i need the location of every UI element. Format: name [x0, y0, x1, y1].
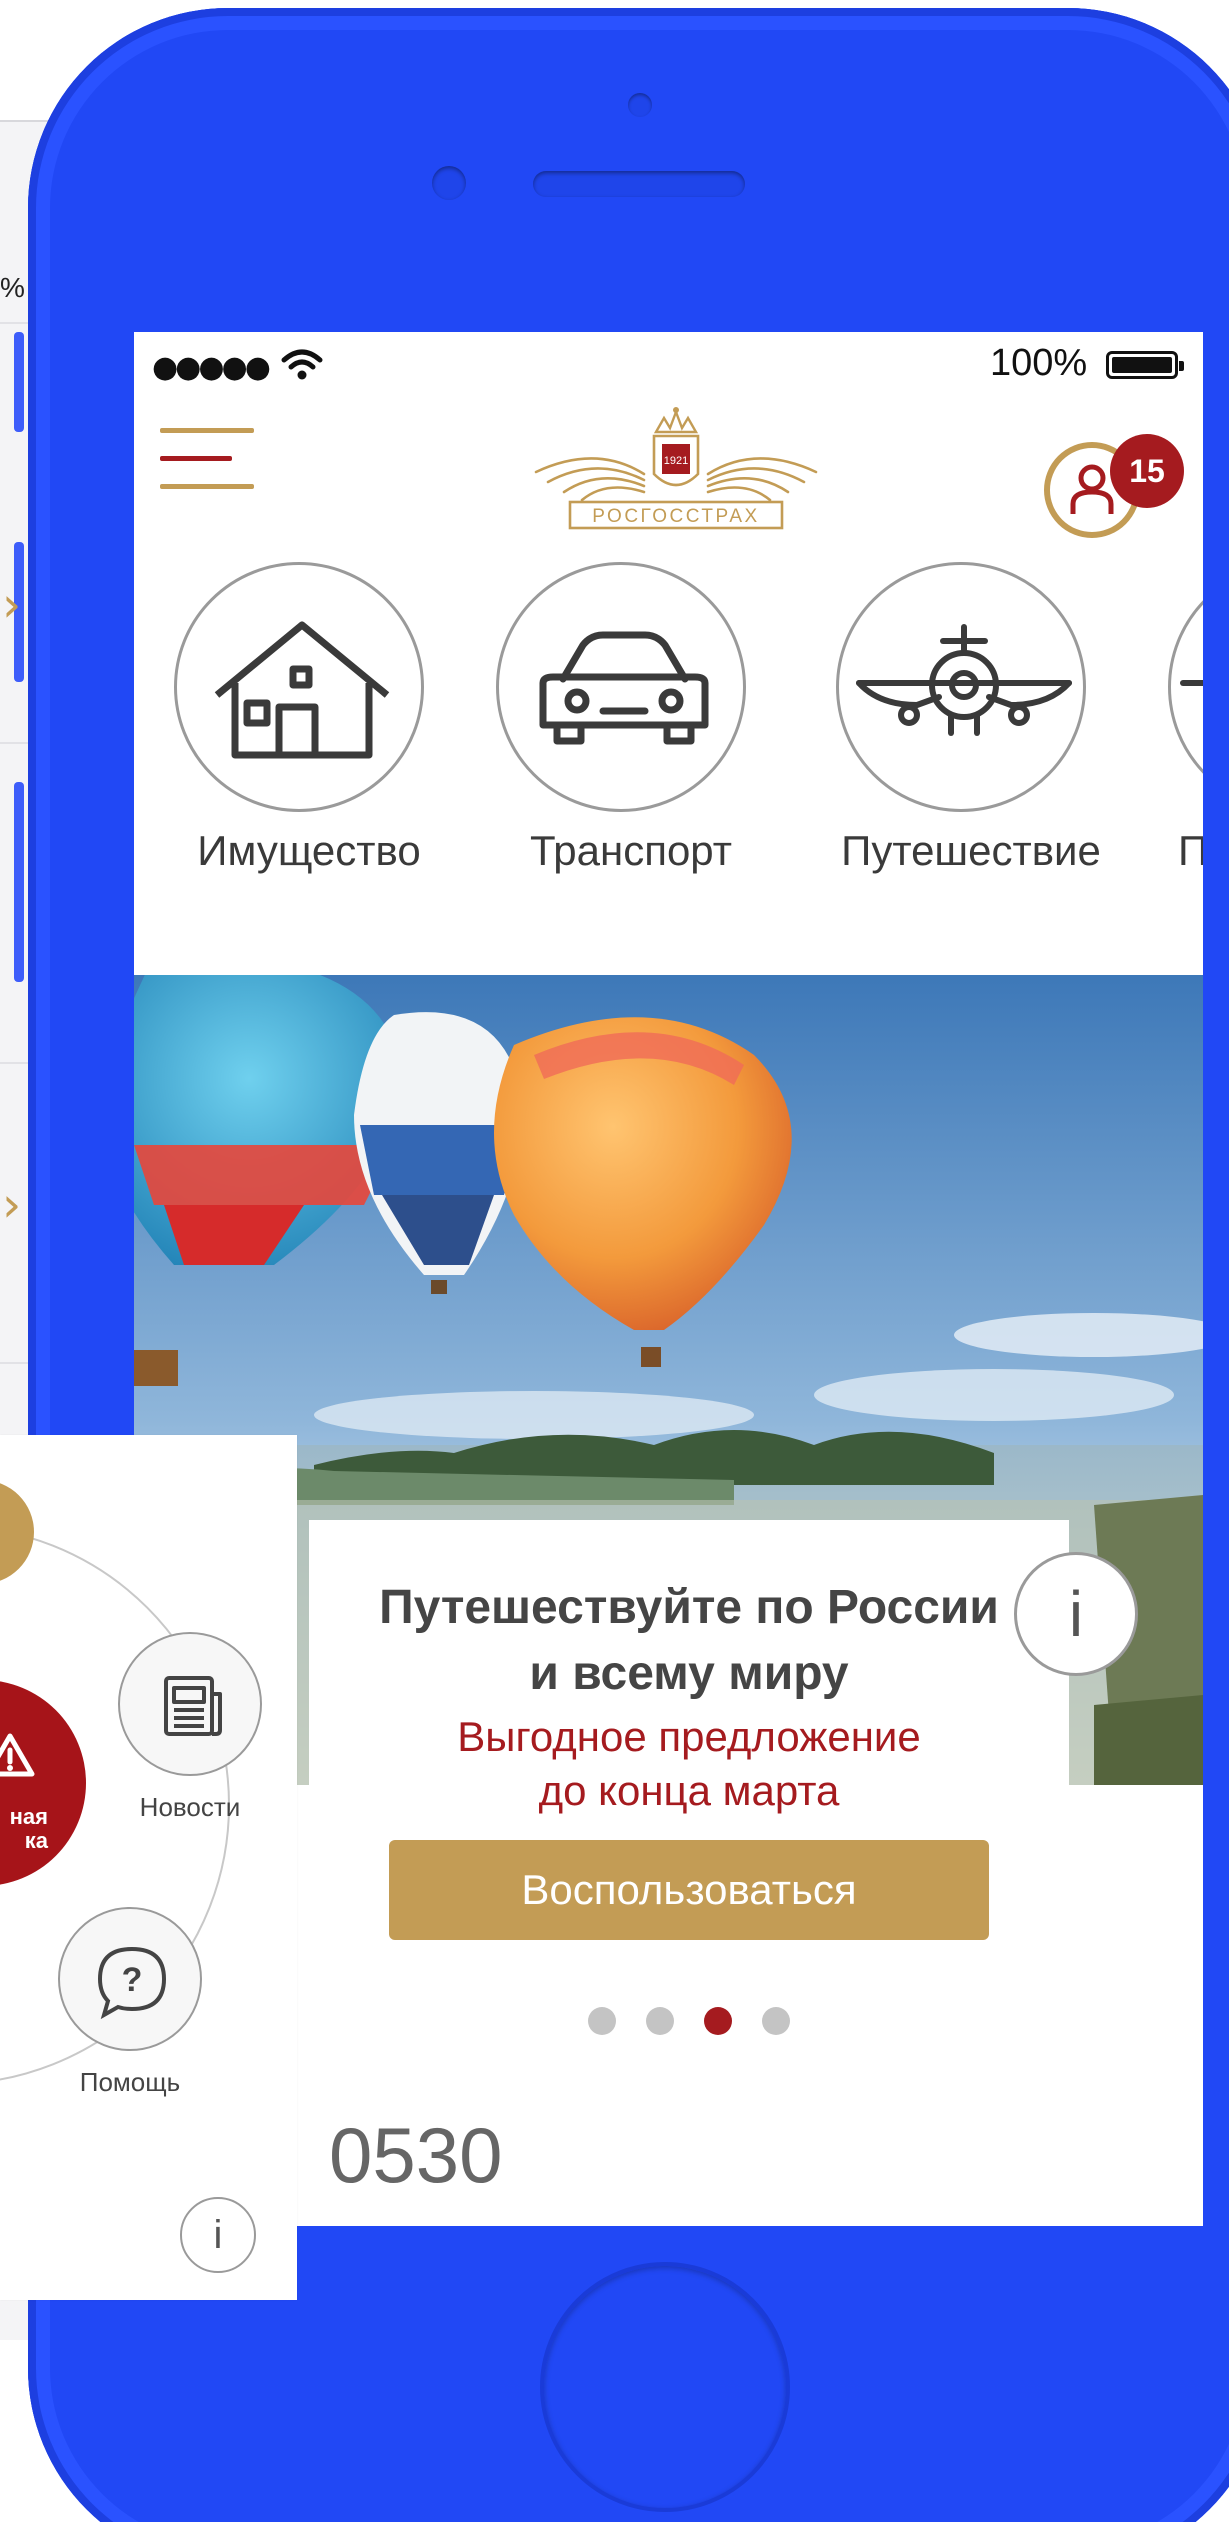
front-camera [432, 166, 466, 200]
category-label: Пу [1178, 827, 1203, 874]
carousel-dot[interactable] [646, 2007, 674, 2035]
carousel-dot[interactable] [588, 2007, 616, 2035]
promo-subtitle: Выгодное предложение до конца марта [309, 1710, 1069, 1818]
signal-strength-icon: ●●●●● [152, 350, 271, 385]
category-circle [1168, 562, 1203, 812]
wifi-icon [281, 349, 323, 380]
promo-subtitle-line: Выгодное предложение [457, 1713, 921, 1760]
help-button[interactable]: ? [58, 1907, 202, 2051]
promo-subtitle-line: до конца марта [538, 1767, 840, 1814]
battery-percent: 100% [990, 342, 1088, 384]
promo-card: Путешествуйте по России и всему миру Выг… [309, 1520, 1069, 2225]
category-label: Транспорт [530, 827, 732, 874]
promo-title: Путешествуйте по России и всему миру [309, 1575, 1069, 1707]
newspaper-icon [164, 1676, 222, 1736]
promo-title-line: Путешествуйте по России [379, 1581, 999, 1634]
use-offer-button[interactable]: Воспользоваться [389, 1840, 989, 1940]
sensor-dot [628, 93, 652, 117]
brand-logo[interactable]: 1921 РОСГОССТРАХ [526, 404, 826, 532]
svg-text:?: ? [122, 1961, 143, 1999]
menu-line [160, 428, 254, 433]
chevron-right-icon[interactable]: › [2, 577, 21, 633]
menu-line [160, 456, 232, 461]
category-carousel[interactable]: Имущество Транспорт Путешествие П [134, 562, 1203, 874]
warning-icon [0, 1733, 35, 1777]
quick-actions-panel: ная ка Новости ? Помощь i [0, 1435, 297, 2300]
info-button[interactable]: i [180, 2197, 256, 2273]
news-label: Новости [139, 1792, 241, 1822]
info-button[interactable]: i [1014, 1552, 1138, 1676]
promo-title-line: и всему миру [529, 1647, 849, 1700]
user-icon [1070, 464, 1114, 514]
airplane-icon [856, 624, 1072, 736]
status-bar: ●●●●● 100% [134, 332, 1203, 392]
logo-year: 1921 [664, 455, 688, 467]
notification-badge[interactable]: 15 [1110, 434, 1184, 508]
app-header: 1921 РОСГОССТРАХ 15 [134, 392, 1203, 538]
battery-icon [1106, 351, 1184, 379]
help-chat-icon: ? [97, 1946, 167, 2020]
category-circle [174, 562, 424, 812]
battery-fill [1112, 357, 1172, 373]
category-label: Путешествие [841, 827, 1101, 874]
carousel-dot[interactable] [704, 2007, 732, 2035]
carousel-dot[interactable] [762, 2007, 790, 2035]
menu-line [160, 484, 254, 489]
background-edge-bar [14, 782, 24, 982]
stage: % I › › ●●●●● 100% 1921 РОСГОССТРАХ 15 И… [0, 0, 1229, 2522]
home-button[interactable] [540, 2262, 790, 2512]
house-icon [214, 621, 390, 759]
emergency-label-line: ка [24, 1828, 48, 1853]
emergency-label-line: ная [9, 1804, 48, 1829]
car-icon [539, 631, 709, 745]
hotline-number[interactable]: 0530 [329, 2110, 503, 2201]
category-circle [496, 562, 746, 812]
partial-icon [1180, 680, 1203, 686]
news-button[interactable] [118, 1632, 262, 1776]
earpiece-speaker [533, 171, 745, 197]
carousel-dots[interactable] [309, 2007, 1069, 2037]
hamburger-menu-icon[interactable] [160, 428, 254, 490]
category-circle [836, 562, 1086, 812]
background-edge-bar [14, 332, 24, 432]
logo-wordmark: РОСГОССТРАХ [592, 506, 759, 527]
category-label: Имущество [197, 827, 421, 874]
chevron-right-icon[interactable]: › [2, 1177, 21, 1233]
emergency-label: ная ка [0, 1805, 48, 1853]
help-label: Помощь [79, 2067, 181, 2097]
